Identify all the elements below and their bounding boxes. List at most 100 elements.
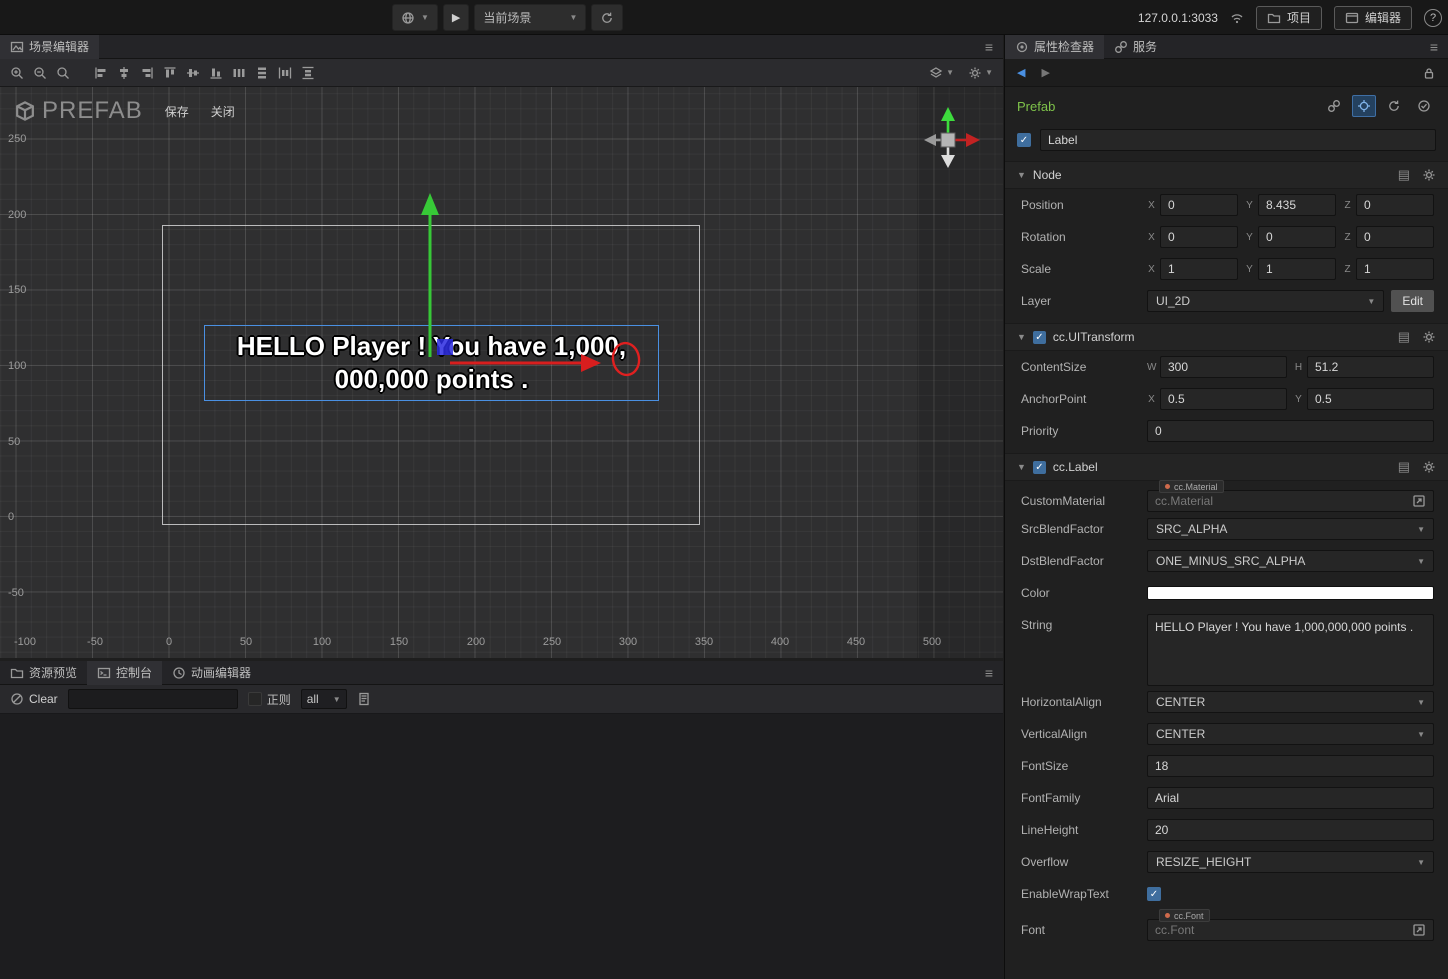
tab-property-inspector[interactable]: 属性检查器 <box>1005 35 1105 59</box>
prefab-save-button[interactable]: 保存 <box>165 103 189 120</box>
prefab-unlink-button[interactable] <box>1322 95 1346 117</box>
asset-picker-icon[interactable] <box>1412 494 1426 508</box>
position-x-input[interactable] <box>1160 194 1238 216</box>
copy-values-icon[interactable]: ▤ <box>1398 167 1410 183</box>
collapse-icon[interactable]: ▼ <box>1017 332 1026 342</box>
position-z-input[interactable] <box>1356 194 1434 216</box>
align-top-button[interactable] <box>163 66 177 80</box>
view-options-button[interactable]: ▼ <box>929 66 954 80</box>
collapse-icon[interactable]: ▼ <box>1017 462 1026 472</box>
platform-globe-button[interactable]: ▼ <box>392 4 438 31</box>
tab-service[interactable]: 服务 <box>1104 35 1167 59</box>
copy-values-icon[interactable]: ▤ <box>1398 329 1410 345</box>
contentsize-h-input[interactable] <box>1307 356 1434 378</box>
rotation-z-input[interactable] <box>1356 226 1434 248</box>
tab-scene-editor[interactable]: 场景编辑器 <box>0 34 100 59</box>
layer-edit-button[interactable]: Edit <box>1391 290 1434 312</box>
help-button[interactable]: ? <box>1424 8 1442 27</box>
space-h-button[interactable] <box>278 66 292 80</box>
zoom-in-button[interactable] <box>10 66 24 80</box>
align-middle-v-button[interactable] <box>186 66 200 80</box>
rotation-x-input[interactable] <box>1160 226 1238 248</box>
play-icon: ▶ <box>451 12 461 24</box>
prefab-reset-button[interactable] <box>1382 95 1406 117</box>
cclabel-enabled-checkbox[interactable]: ✓ <box>1032 460 1046 474</box>
regex-checkbox[interactable]: ✓ <box>247 692 262 706</box>
align-bottom-button[interactable] <box>209 66 223 80</box>
prefab-apply-button[interactable] <box>1412 95 1436 117</box>
console-output[interactable] <box>0 714 1003 979</box>
prefab-close-button[interactable]: 关闭 <box>211 103 235 120</box>
editor-button[interactable]: 编辑器 <box>1333 5 1412 30</box>
tab-asset-preview[interactable]: 资源预览 <box>0 661 87 685</box>
panel-menu-icon[interactable]: ≡ <box>975 39 1003 55</box>
contentsize-w-input[interactable] <box>1160 356 1287 378</box>
row-anchorpoint: AnchorPoint X Y <box>1005 383 1448 415</box>
color-swatch[interactable] <box>1147 586 1434 600</box>
srcblendfactor-select[interactable]: SRC_ALPHA ▼ <box>1147 518 1434 540</box>
align-center-h-button[interactable] <box>117 66 131 80</box>
console-search-input[interactable] <box>67 689 238 709</box>
tab-animation-editor[interactable]: 动画编辑器 <box>162 661 261 685</box>
fontfamily-input[interactable] <box>1147 787 1434 809</box>
console-clear-button[interactable]: Clear <box>10 692 58 706</box>
node-name-input[interactable] <box>1040 129 1436 151</box>
position-y-input[interactable] <box>1258 194 1336 216</box>
gear-icon[interactable] <box>1422 330 1436 344</box>
asset-picker-icon[interactable] <box>1412 923 1426 937</box>
dstblendfactor-select[interactable]: ONE_MINUS_SRC_ALPHA ▼ <box>1147 550 1434 572</box>
distribute-v-button[interactable] <box>255 66 269 80</box>
row-position: Position X Y Z <box>1005 189 1448 221</box>
align-right-button[interactable] <box>140 66 154 80</box>
label-node[interactable]: HELLO Player ! You have 1,000, 000,000 p… <box>204 325 659 401</box>
node-active-checkbox[interactable]: ✓ <box>1017 133 1031 147</box>
scale-z-input[interactable] <box>1356 258 1434 280</box>
zoom-out-button[interactable] <box>33 66 47 80</box>
nav-back-button[interactable]: ◀ <box>1017 66 1025 79</box>
uitransform-enabled-checkbox[interactable]: ✓ <box>1032 330 1046 344</box>
zoom-reset-button[interactable] <box>56 66 70 80</box>
gizmo-y-arrowhead[interactable] <box>421 193 439 215</box>
export-log-icon[interactable] <box>357 692 371 706</box>
string-textarea[interactable]: HELLO Player ! You have 1,000,000,000 po… <box>1147 614 1434 686</box>
layer-select[interactable]: UI_2D ▼ <box>1147 290 1385 312</box>
scale-y-input[interactable] <box>1258 258 1336 280</box>
font-field[interactable]: cc.Font <box>1147 919 1434 941</box>
custommaterial-field[interactable]: cc.Material <box>1147 490 1434 512</box>
fontsize-input[interactable] <box>1147 755 1434 777</box>
scene-select[interactable]: 当前场景 ▼ <box>474 4 587 31</box>
align-left-button[interactable] <box>94 66 108 80</box>
align-bottom-icon <box>210 68 222 79</box>
overflow-select[interactable]: RESIZE_HEIGHT ▼ <box>1147 851 1434 873</box>
panel-menu-icon[interactable]: ≡ <box>1420 39 1448 55</box>
anchorpoint-x-input[interactable] <box>1160 388 1287 410</box>
tab-console[interactable]: 控制台 <box>87 660 163 685</box>
enablewraptext-label: EnableWrapText <box>1021 887 1109 901</box>
panel-menu-icon[interactable]: ≡ <box>975 665 1003 681</box>
scene-viewport[interactable]: PREFAB 保存 关闭 HELLO Player ! You have 1,0… <box>0 87 1003 658</box>
priority-input[interactable] <box>1147 420 1434 442</box>
distribute-h-button[interactable] <box>232 66 246 80</box>
refresh-button[interactable] <box>591 4 624 31</box>
log-filter-select[interactable]: all ▼ <box>300 689 347 709</box>
prefab-locate-button[interactable] <box>1352 95 1376 117</box>
play-button[interactable]: ▶ <box>442 4 470 31</box>
project-button[interactable]: 项目 <box>1255 5 1322 30</box>
gear-icon[interactable] <box>1422 460 1436 474</box>
gear-icon[interactable] <box>1422 168 1436 182</box>
rotation-y-input[interactable] <box>1258 226 1336 248</box>
space-v-button[interactable] <box>301 66 315 80</box>
nav-forward-button[interactable]: ▶ <box>1041 66 1049 79</box>
horizontalalign-select[interactable]: CENTER ▼ <box>1147 691 1434 713</box>
prefab-header-row: Prefab <box>1005 87 1448 125</box>
verticalalign-select[interactable]: CENTER ▼ <box>1147 723 1434 745</box>
copy-values-icon[interactable]: ▤ <box>1398 459 1410 475</box>
dstblendfactor-label: DstBlendFactor <box>1021 554 1104 568</box>
scene-settings-button[interactable]: ▼ <box>968 66 993 80</box>
lock-icon[interactable] <box>1422 66 1436 80</box>
collapse-icon[interactable]: ▼ <box>1017 170 1026 180</box>
scale-x-input[interactable] <box>1160 258 1238 280</box>
enablewraptext-checkbox[interactable]: ✓ <box>1147 887 1161 901</box>
anchorpoint-y-input[interactable] <box>1307 388 1434 410</box>
lineheight-input[interactable] <box>1147 819 1434 841</box>
